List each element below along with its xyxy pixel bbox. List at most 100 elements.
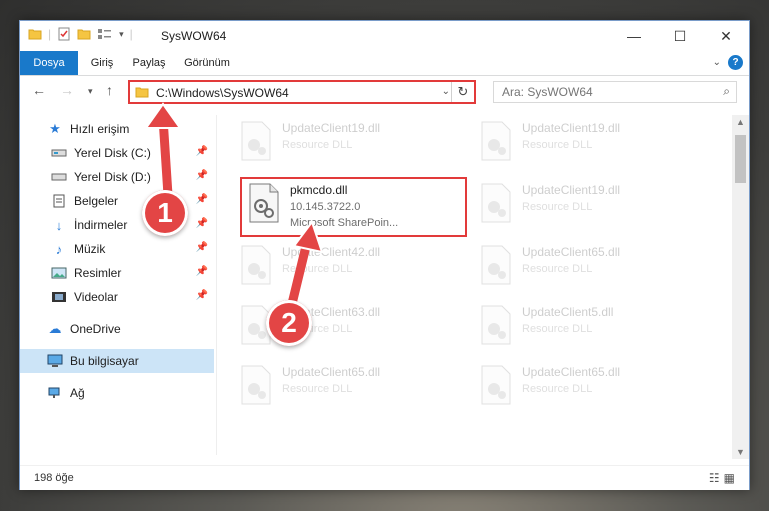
forward-button[interactable]: → bbox=[60, 82, 74, 98]
properties-icon[interactable] bbox=[57, 27, 71, 41]
scroll-up-icon[interactable]: ▲ bbox=[736, 117, 745, 127]
back-button[interactable]: ← bbox=[32, 82, 46, 98]
dll-file-icon bbox=[481, 183, 511, 223]
separator: | bbox=[48, 27, 52, 41]
sidebar-item-label: Yerel Disk (C:) bbox=[74, 146, 151, 160]
sidebar-item-local-disk-c[interactable]: Yerel Disk (C:) 📌 bbox=[20, 141, 214, 165]
sidebar-item-videos[interactable]: Videolar 📌 bbox=[20, 285, 214, 309]
tab-view[interactable]: Görünüm bbox=[176, 51, 238, 75]
step-badge-1: 1 bbox=[142, 190, 188, 236]
sidebar-item-pictures[interactable]: Resimler 📌 bbox=[20, 261, 214, 285]
pin-icon[interactable]: 📌 bbox=[196, 170, 208, 181]
view-toggle-icons[interactable]: ☷▦ bbox=[709, 471, 739, 485]
file-name: UpdateClient19.dll bbox=[522, 183, 621, 197]
network-icon bbox=[46, 385, 64, 401]
sidebar-item-onedrive[interactable]: ☁ OneDrive bbox=[20, 317, 214, 341]
dll-file-icon bbox=[241, 121, 271, 161]
file-description: Resource DLL bbox=[282, 263, 353, 275]
music-note-icon: ♪ bbox=[55, 241, 63, 257]
step-badge-2: 2 bbox=[266, 300, 312, 346]
scroll-down-icon[interactable]: ▼ bbox=[736, 447, 745, 457]
dll-file-icon bbox=[481, 245, 511, 285]
file-description: Resource DLL bbox=[282, 139, 353, 151]
up-button[interactable]: ↑ bbox=[106, 82, 113, 98]
quick-access-toolbar: | ▾ | bbox=[28, 27, 133, 41]
pin-icon[interactable]: 📌 bbox=[196, 146, 208, 157]
file-name: UpdateClient19.dll bbox=[282, 121, 381, 135]
tab-share[interactable]: Paylaş bbox=[124, 51, 174, 75]
file-description: Resource DLL bbox=[522, 201, 593, 213]
download-arrow-icon: ↓ bbox=[55, 217, 63, 233]
file-description: Resource DLL bbox=[522, 139, 593, 151]
address-path[interactable]: C:\Windows\SysWOW64 bbox=[156, 86, 289, 100]
computer-monitor-icon bbox=[46, 353, 64, 369]
file-description: Resource DLL bbox=[282, 383, 353, 395]
dll-file-icon bbox=[241, 245, 271, 285]
file-item[interactable]: UpdateClient19.dll Resource DLL bbox=[234, 115, 464, 169]
folder-icon bbox=[28, 29, 42, 40]
document-icon bbox=[50, 193, 68, 209]
pin-icon[interactable]: 📌 bbox=[196, 242, 208, 253]
file-name: UpdateClient65.dll bbox=[522, 245, 621, 259]
sidebar-item-label: Yerel Disk (D:) bbox=[74, 170, 151, 184]
search-icon: ⌕ bbox=[723, 84, 730, 98]
tab-home[interactable]: Giriş bbox=[82, 51, 122, 75]
sidebar-item-this-pc[interactable]: Bu bilgisayar bbox=[20, 349, 214, 373]
file-item[interactable]: UpdateClient5.dll Resource DLL bbox=[474, 299, 704, 353]
dll-file-icon bbox=[481, 305, 511, 345]
pin-icon[interactable]: 📌 bbox=[196, 218, 208, 229]
ribbon-tabs: Dosya Giriş Paylaş Görünüm ⌄ ? bbox=[20, 51, 749, 76]
expand-ribbon-icon[interactable]: ⌄ bbox=[713, 57, 721, 68]
vertical-scrollbar[interactable]: ▲ ▼ bbox=[732, 115, 749, 459]
film-strip-icon bbox=[50, 289, 68, 305]
dll-file-icon bbox=[241, 365, 271, 405]
view-options-icon[interactable] bbox=[97, 27, 113, 41]
file-description: Resource DLL bbox=[522, 383, 593, 395]
new-folder-icon[interactable] bbox=[77, 27, 91, 41]
address-history-chevron-icon[interactable]: ⌄ bbox=[442, 86, 450, 97]
tab-file[interactable]: Dosya bbox=[20, 51, 78, 75]
navigation-bar: ← → ▾ ↑ C:\Windows\SysWOW64 ⌄ ↻ ⌕ bbox=[20, 76, 749, 108]
folder-icon bbox=[135, 87, 149, 98]
file-name: UpdateClient65.dll bbox=[522, 365, 621, 379]
star-icon: ★ bbox=[49, 121, 61, 136]
sidebar-item-label: Hızlı erişim bbox=[70, 122, 130, 136]
refresh-button[interactable]: ↻ bbox=[451, 82, 474, 102]
dll-file-icon bbox=[481, 121, 511, 161]
file-item[interactable]: UpdateClient65.dll Resource DLL bbox=[234, 359, 464, 413]
file-item[interactable]: UpdateClient65.dll Resource DLL bbox=[474, 239, 704, 293]
minimize-button[interactable]: — bbox=[611, 21, 657, 51]
file-name: UpdateClient65.dll bbox=[282, 365, 381, 379]
scrollbar-thumb[interactable] bbox=[735, 135, 746, 183]
help-icon[interactable]: ? bbox=[728, 55, 743, 70]
cloud-icon: ☁ bbox=[48, 321, 62, 336]
separator: | bbox=[129, 27, 133, 41]
close-button[interactable]: ✕ bbox=[703, 21, 749, 51]
file-item[interactable]: UpdateClient42.dll Resource DLL bbox=[234, 239, 464, 293]
pin-icon[interactable]: 📌 bbox=[196, 266, 208, 277]
file-item[interactable]: UpdateClient19.dll Resource DLL bbox=[474, 115, 704, 169]
file-name: UpdateClient19.dll bbox=[522, 121, 621, 135]
sidebar-item-local-disk-d[interactable]: Yerel Disk (D:) 📌 bbox=[20, 165, 214, 189]
maximize-button[interactable]: ☐ bbox=[657, 21, 703, 51]
navigation-pane: ★ Hızlı erişim Yerel Disk (C:) 📌 Yerel D… bbox=[20, 115, 217, 455]
sidebar-item-label: Belgeler bbox=[74, 194, 119, 208]
file-item[interactable]: UpdateClient19.dll Resource DLL bbox=[474, 177, 704, 231]
sidebar-item-quick-access[interactable]: ★ Hızlı erişim bbox=[20, 117, 214, 141]
sidebar-item-label: Ağ bbox=[70, 386, 85, 400]
pin-icon[interactable]: 📌 bbox=[196, 290, 208, 301]
search-input[interactable] bbox=[500, 84, 704, 100]
sidebar-item-music[interactable]: ♪ Müzik 📌 bbox=[20, 237, 214, 261]
pin-icon[interactable]: 📌 bbox=[196, 194, 208, 205]
address-bar[interactable]: C:\Windows\SysWOW64 ⌄ ↻ bbox=[128, 80, 476, 104]
sidebar-item-network[interactable]: Ağ bbox=[20, 381, 214, 405]
chevron-down-icon[interactable]: ▾ bbox=[119, 29, 124, 40]
sidebar-item-label: Videolar bbox=[74, 290, 118, 304]
status-bar: 198 öğe ☷▦ bbox=[20, 465, 749, 490]
recent-locations-chevron-icon[interactable]: ▾ bbox=[88, 86, 93, 97]
drive-icon bbox=[50, 145, 68, 161]
sidebar-item-label: İndirmeler bbox=[74, 218, 128, 232]
file-item[interactable]: UpdateClient65.dll Resource DLL bbox=[474, 359, 704, 413]
item-count: 198 öğe bbox=[34, 472, 74, 484]
search-box[interactable]: ⌕ bbox=[493, 81, 737, 103]
